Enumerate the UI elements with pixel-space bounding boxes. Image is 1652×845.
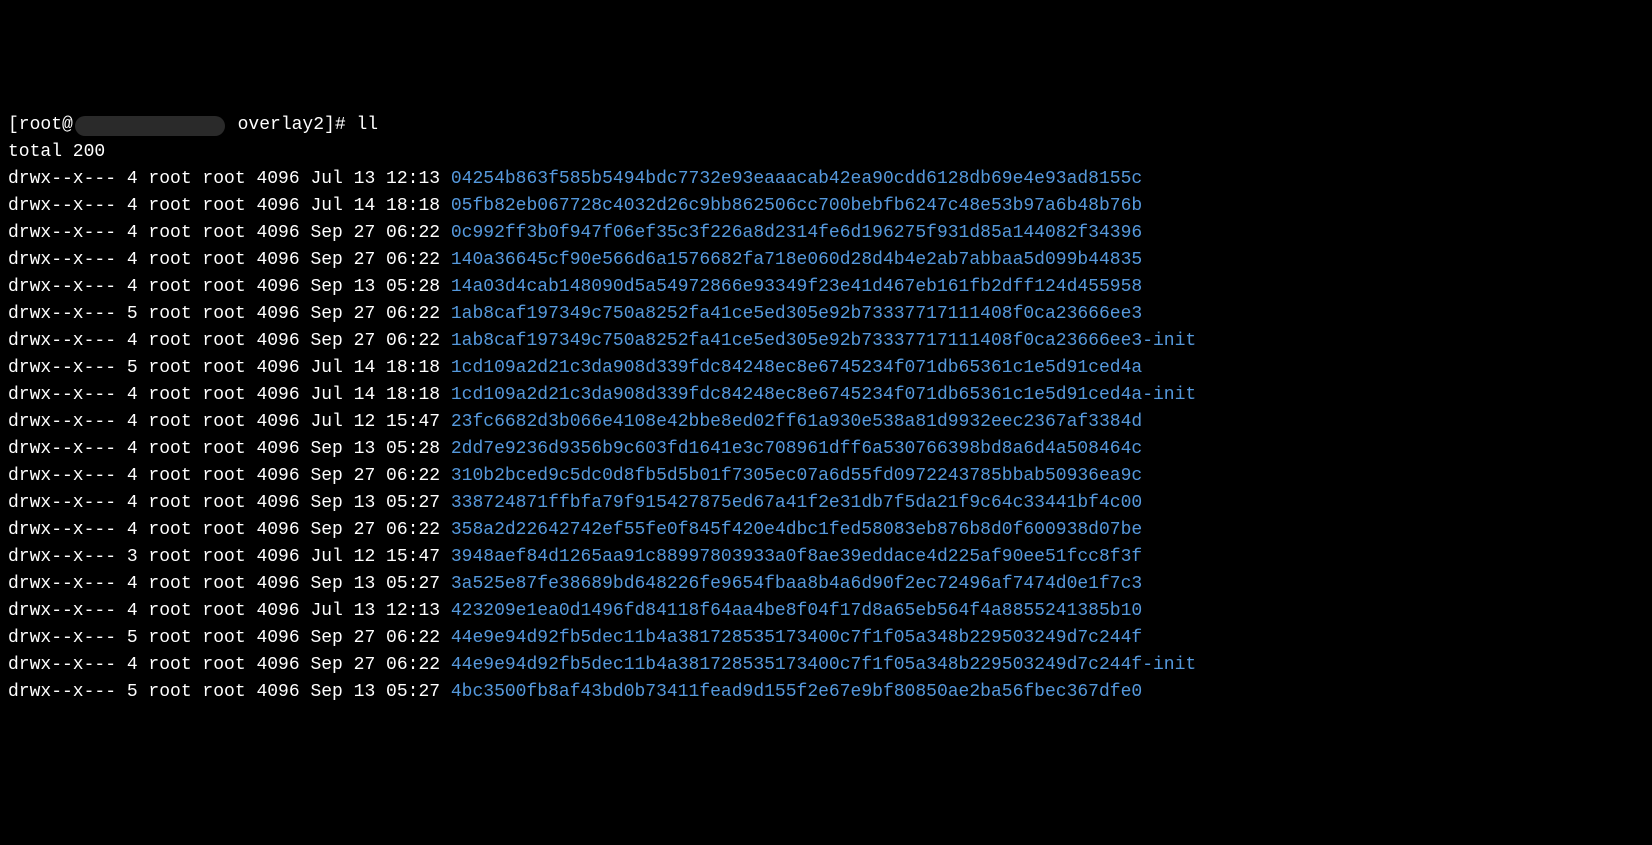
list-row: drwx--x--- 4 root root 4096 Sep 27 06:22… (8, 328, 1644, 355)
directory-name: 2dd7e9236d9356b9c603fd1641e3c708961dff6a… (451, 439, 1142, 459)
directory-name: 140a36645cf90e566d6a1576682fa718e060d28d… (451, 250, 1142, 270)
list-row: drwx--x--- 4 root root 4096 Sep 27 06:22… (8, 463, 1644, 490)
list-row: drwx--x--- 5 root root 4096 Sep 27 06:22… (8, 301, 1644, 328)
list-row: drwx--x--- 4 root root 4096 Jul 12 15:47… (8, 409, 1644, 436)
listing-rows: drwx--x--- 4 root root 4096 Jul 13 12:13… (8, 166, 1644, 706)
hostname-redacted (75, 116, 225, 136)
file-meta: drwx--x--- 4 root root 4096 Sep 13 05:28 (8, 439, 451, 459)
file-meta: drwx--x--- 4 root root 4096 Jul 12 15:47 (8, 412, 451, 432)
directory-name: 338724871ffbfa79f915427875ed67a41f2e31db… (451, 493, 1142, 513)
list-row: drwx--x--- 5 root root 4096 Sep 27 06:22… (8, 625, 1644, 652)
directory-name: 358a2d22642742ef55fe0f845f420e4dbc1fed58… (451, 520, 1142, 540)
terminal-output: [root@ overlay2]# lltotal 200drwx--x--- … (8, 112, 1644, 706)
file-meta: drwx--x--- 4 root root 4096 Sep 27 06:22 (8, 466, 451, 486)
directory-name: 4bc3500fb8af43bd0b73411fead9d155f2e67e9b… (451, 682, 1142, 702)
directory-name: 423209e1ea0d1496fd84118f64aa4be8f04f17d8… (451, 601, 1142, 621)
file-meta: drwx--x--- 3 root root 4096 Jul 12 15:47 (8, 547, 451, 567)
directory-name: 3a525e87fe38689bd648226fe9654fbaa8b4a6d9… (451, 574, 1142, 594)
list-row: drwx--x--- 5 root root 4096 Sep 13 05:27… (8, 679, 1644, 706)
list-row: drwx--x--- 4 root root 4096 Jul 13 12:13… (8, 166, 1644, 193)
file-meta: drwx--x--- 5 root root 4096 Jul 14 18:18 (8, 358, 451, 378)
directory-name: 23fc6682d3b066e4108e42bbe8ed02ff61a930e5… (451, 412, 1142, 432)
file-meta: drwx--x--- 5 root root 4096 Sep 27 06:22 (8, 628, 451, 648)
prompt-suffix: overlay2]# (227, 112, 357, 139)
directory-name: 14a03d4cab148090d5a54972866e93349f23e41d… (451, 277, 1142, 297)
directory-name: 04254b863f585b5494bdc7732e93eaaacab42ea9… (451, 169, 1142, 189)
list-row: drwx--x--- 4 root root 4096 Sep 27 06:22… (8, 247, 1644, 274)
list-row: drwx--x--- 4 root root 4096 Sep 27 06:22… (8, 220, 1644, 247)
directory-name: 0c992ff3b0f947f06ef35c3f226a8d2314fe6d19… (451, 223, 1142, 243)
file-meta: drwx--x--- 5 root root 4096 Sep 27 06:22 (8, 304, 451, 324)
file-meta: drwx--x--- 4 root root 4096 Jul 13 12:13 (8, 169, 451, 189)
file-meta: drwx--x--- 4 root root 4096 Sep 13 05:27 (8, 574, 451, 594)
command-text: ll (356, 112, 378, 139)
list-row: drwx--x--- 4 root root 4096 Sep 13 05:27… (8, 571, 1644, 598)
file-meta: drwx--x--- 4 root root 4096 Sep 27 06:22 (8, 223, 451, 243)
directory-name: 44e9e94d92fb5dec11b4a381728535173400c7f1… (451, 655, 1196, 675)
total-line: total 200 (8, 139, 1644, 166)
file-meta: drwx--x--- 4 root root 4096 Sep 27 06:22 (8, 655, 451, 675)
list-row: drwx--x--- 4 root root 4096 Jul 13 12:13… (8, 598, 1644, 625)
file-meta: drwx--x--- 4 root root 4096 Sep 27 06:22 (8, 520, 451, 540)
file-meta: drwx--x--- 4 root root 4096 Jul 14 18:18 (8, 196, 451, 216)
list-row: drwx--x--- 4 root root 4096 Sep 13 05:28… (8, 274, 1644, 301)
list-row: drwx--x--- 4 root root 4096 Sep 27 06:22… (8, 652, 1644, 679)
directory-name: 05fb82eb067728c4032d26c9bb862506cc700beb… (451, 196, 1142, 216)
directory-name: 310b2bced9c5dc0d8fb5d5b01f7305ec07a6d55f… (451, 466, 1142, 486)
directory-name: 44e9e94d92fb5dec11b4a381728535173400c7f1… (451, 628, 1142, 648)
file-meta: drwx--x--- 4 root root 4096 Sep 27 06:22 (8, 331, 451, 351)
directory-name: 1cd109a2d21c3da908d339fdc84248ec8e674523… (451, 385, 1196, 405)
directory-name: 3948aef84d1265aa91c88997803933a0f8ae39ed… (451, 547, 1142, 567)
list-row: drwx--x--- 3 root root 4096 Jul 12 15:47… (8, 544, 1644, 571)
file-meta: drwx--x--- 4 root root 4096 Sep 13 05:27 (8, 493, 451, 513)
list-row: drwx--x--- 4 root root 4096 Jul 14 18:18… (8, 193, 1644, 220)
prompt-prefix: [root@ (8, 112, 73, 139)
list-row: drwx--x--- 4 root root 4096 Sep 13 05:27… (8, 490, 1644, 517)
file-meta: drwx--x--- 4 root root 4096 Sep 13 05:28 (8, 277, 451, 297)
list-row: drwx--x--- 4 root root 4096 Sep 27 06:22… (8, 517, 1644, 544)
list-row: drwx--x--- 4 root root 4096 Jul 14 18:18… (8, 382, 1644, 409)
file-meta: drwx--x--- 4 root root 4096 Sep 27 06:22 (8, 250, 451, 270)
directory-name: 1ab8caf197349c750a8252fa41ce5ed305e92b73… (451, 304, 1142, 324)
prompt-line: [root@ overlay2]# ll (8, 112, 1644, 139)
directory-name: 1ab8caf197349c750a8252fa41ce5ed305e92b73… (451, 331, 1196, 351)
file-meta: drwx--x--- 4 root root 4096 Jul 13 12:13 (8, 601, 451, 621)
list-row: drwx--x--- 4 root root 4096 Sep 13 05:28… (8, 436, 1644, 463)
file-meta: drwx--x--- 4 root root 4096 Jul 14 18:18 (8, 385, 451, 405)
directory-name: 1cd109a2d21c3da908d339fdc84248ec8e674523… (451, 358, 1142, 378)
list-row: drwx--x--- 5 root root 4096 Jul 14 18:18… (8, 355, 1644, 382)
file-meta: drwx--x--- 5 root root 4096 Sep 13 05:27 (8, 682, 451, 702)
